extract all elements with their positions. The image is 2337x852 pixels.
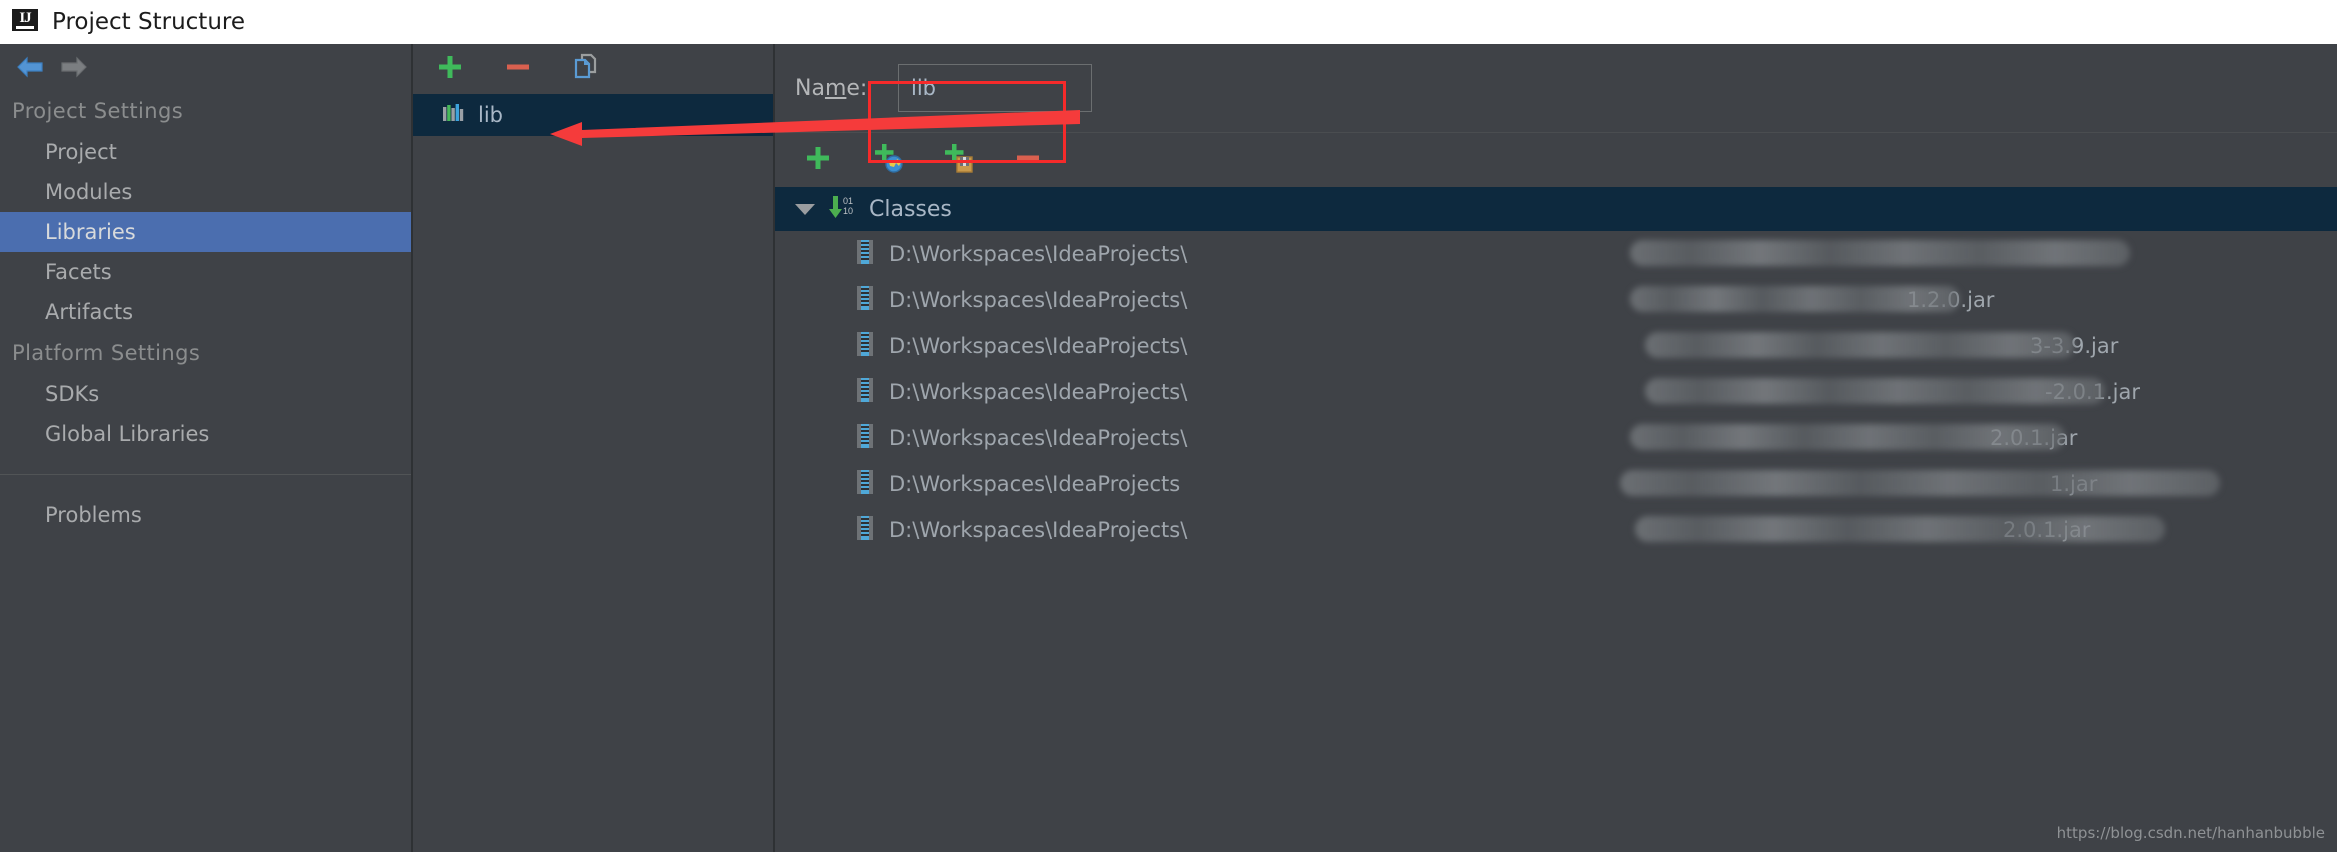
jar-file-icon <box>855 469 875 500</box>
sidebar-navigation-bar <box>0 44 411 90</box>
library-tree-item-lib[interactable]: lib <box>413 94 773 136</box>
classes-node-label: Classes <box>869 196 952 222</box>
project-structure-window: IJ Project Structure Project Settings Pr… <box>0 0 2337 852</box>
sidebar-item-libraries[interactable]: Libraries <box>0 212 411 252</box>
jar-file-icon <box>855 515 875 546</box>
library-name-row: Name: <box>775 44 2337 132</box>
jar-file-icon <box>855 239 875 270</box>
library-roots-toolbar <box>775 132 2337 187</box>
jar-path-prefix: D:\Workspaces\IdeaProjects <box>889 472 1181 496</box>
copy-library-button[interactable] <box>567 50 605 88</box>
add-library-button[interactable] <box>431 50 469 88</box>
sidebar-item-project[interactable]: Project <box>0 132 411 172</box>
jar-path-prefix: D:\Workspaces\IdeaProjects\ <box>889 518 1188 542</box>
jar-file-icon <box>855 423 875 454</box>
sidebar-group-project-settings: Project Settings <box>12 99 184 123</box>
minus-icon <box>504 53 532 86</box>
jar-file-icon <box>855 331 875 362</box>
library-icon <box>441 100 467 131</box>
watermark: https://blog.csdn.net/hanhanbubble <box>2056 824 2325 842</box>
table-row[interactable]: D:\Workspaces\IdeaProjects\ 1.2.0.jar <box>775 277 2337 323</box>
sidebar-group-platform-settings: Platform Settings <box>12 341 201 365</box>
jar-path-tail: 2.0.1.jar <box>1990 426 2078 450</box>
jar-path-tail: -2.0.1.jar <box>2045 380 2141 404</box>
intellij-idea-logo-icon: IJ <box>12 9 38 35</box>
sidebar-item-problems[interactable]: Problems <box>0 495 411 535</box>
jar-path-prefix: D:\Workspaces\IdeaProjects\ <box>889 242 1188 266</box>
library-list-toolbar <box>413 44 773 94</box>
arrow-right-icon <box>59 55 89 79</box>
jar-path-prefix: D:\Workspaces\IdeaProjects\ <box>889 426 1188 450</box>
add-jar-button[interactable] <box>939 141 977 179</box>
jar-path-prefix: D:\Workspaces\IdeaProjects\ <box>889 288 1188 312</box>
library-list-panel: lib <box>413 44 775 852</box>
window-title: Project Structure <box>52 9 245 35</box>
plus-icon <box>436 53 464 86</box>
plus-globe-icon <box>872 142 904 179</box>
back-button[interactable] <box>8 47 52 87</box>
classes-tree-node[interactable]: 01 10 Classes <box>775 187 2337 231</box>
add-button[interactable] <box>799 141 837 179</box>
arrow-left-icon <box>15 55 45 79</box>
jar-path-tail: 3-3.9.jar <box>2030 334 2119 358</box>
chevron-down-icon[interactable] <box>795 203 815 215</box>
table-row[interactable]: D:\Workspaces\IdeaProjects\ 2.0.1.jar <box>775 507 2337 553</box>
jar-path-prefix: D:\Workspaces\IdeaProjects\ <box>889 380 1188 404</box>
library-name-input[interactable] <box>898 64 1092 112</box>
jar-file-icon <box>855 285 875 316</box>
title-bar: IJ Project Structure <box>0 0 2337 44</box>
plus-jar-icon <box>942 142 974 179</box>
table-row[interactable]: D:\Workspaces\IdeaProjects\ <box>775 231 2337 277</box>
table-row[interactable]: D:\Workspaces\IdeaProjects\ 2.0.1.jar <box>775 415 2337 461</box>
library-name-label-suffix: e: <box>846 75 868 101</box>
add-from-repository-button[interactable] <box>869 141 907 179</box>
library-name-label-mnemonic: m <box>824 75 847 101</box>
table-row[interactable]: D:\Workspaces\IdeaProjects\ 3-3.9.jar <box>775 323 2337 369</box>
jar-path-prefix: D:\Workspaces\IdeaProjects\ <box>889 334 1188 358</box>
sidebar-item-facets[interactable]: Facets <box>0 252 411 292</box>
dialog-body: Project Settings Project Modules Librari… <box>0 44 2337 852</box>
redaction-blur <box>1620 470 2220 496</box>
sidebar-item-modules[interactable]: Modules <box>0 172 411 212</box>
svg-text:10: 10 <box>843 206 853 216</box>
redaction-blur <box>1645 332 2075 358</box>
library-name-label-prefix: Na <box>795 75 825 101</box>
copy-icon <box>571 52 601 87</box>
library-detail-panel: Name: lib 01 10 Classes D:\Workspaces\Id… <box>775 44 2337 852</box>
library-name-label: Name: <box>795 76 883 101</box>
jar-path-tail: 2.0.1.jar <box>2003 518 2091 542</box>
jar-path-tail: 1.2.0.jar <box>1907 288 1995 312</box>
redaction-blur <box>1630 240 2130 266</box>
settings-sidebar: Project Settings Project Modules Librari… <box>0 44 413 852</box>
library-tree-item-label: lib <box>478 103 503 127</box>
sidebar-item-artifacts[interactable]: Artifacts <box>0 292 411 332</box>
classes-binary-icon: 01 10 <box>827 193 857 226</box>
redaction-blur <box>1645 378 2105 404</box>
plus-icon <box>804 144 832 177</box>
remove-button[interactable] <box>1009 141 1047 179</box>
sidebar-divider <box>0 474 411 475</box>
jar-path-tail: 1.jar <box>2050 472 2098 496</box>
sidebar-item-sdks[interactable]: SDKs <box>0 374 411 414</box>
svg-text:01: 01 <box>843 196 853 206</box>
table-row[interactable]: D:\Workspaces\IdeaProjects\ -2.0.1.jar <box>775 369 2337 415</box>
table-row[interactable]: D:\Workspaces\IdeaProjects 1.jar <box>775 461 2337 507</box>
sidebar-item-global-libraries[interactable]: Global Libraries <box>0 414 411 454</box>
jar-file-icon <box>855 377 875 408</box>
remove-library-button[interactable] <box>499 50 537 88</box>
minus-icon <box>1014 144 1042 177</box>
forward-button[interactable] <box>52 47 96 87</box>
